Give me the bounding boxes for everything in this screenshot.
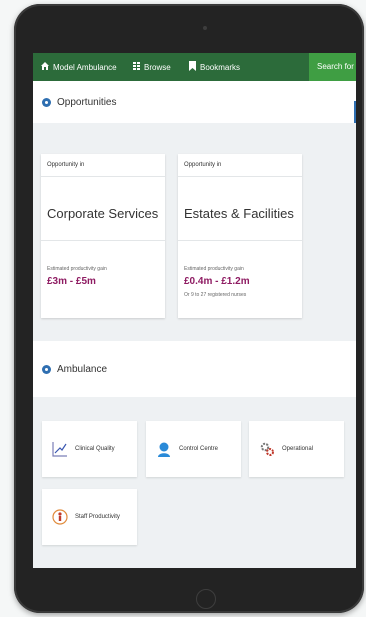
nav-home-link[interactable]: Model Ambulance: [41, 62, 117, 72]
service-card-operational[interactable]: Operational: [249, 421, 344, 477]
opportunity-card-corporate-services[interactable]: Opportunity in Corporate Services Estima…: [41, 154, 165, 318]
service-card-clinical-quality[interactable]: Clinical Quality: [42, 421, 137, 477]
opportunities-section-header[interactable]: Opportunities: [33, 81, 356, 123]
ambulance-section-header[interactable]: Ambulance: [33, 341, 356, 397]
gain-value: £0.4m - £1.2m: [184, 276, 250, 287]
nav-home-label: Model Ambulance: [53, 62, 117, 72]
gain-note: Or 9 to 27 registered nurses: [184, 292, 247, 298]
app-screen: Model Ambulance Browse Bookmarks Search …: [33, 53, 356, 568]
collapse-toggle-icon: [42, 97, 51, 107]
service-card-label: Control Centre: [179, 446, 219, 452]
gears-icon: [258, 440, 276, 458]
nav-browse-label: Browse: [144, 62, 171, 72]
top-navigation-bar: Model Ambulance Browse Bookmarks Search …: [33, 53, 356, 81]
card-kicker: Opportunity in: [47, 162, 85, 168]
service-card-staff-productivity[interactable]: Staff Productivity: [42, 489, 137, 545]
card-title: Estates & Facilities: [184, 206, 294, 221]
opportunity-card-estates-facilities[interactable]: Opportunity in Estates & Facilities Esti…: [178, 154, 302, 318]
nav-bookmarks-link[interactable]: Bookmarks: [189, 61, 240, 73]
staff-icon: [51, 508, 69, 526]
card-divider: [41, 176, 165, 177]
service-card-control-centre[interactable]: Control Centre: [146, 421, 241, 477]
collapse-toggle-icon: [42, 364, 51, 374]
service-card-label: Staff Productivity: [75, 514, 120, 520]
service-card-label: Clinical Quality: [75, 446, 115, 452]
bookmark-icon: [189, 61, 196, 73]
service-card-label: Operational: [282, 446, 314, 452]
card-divider: [178, 240, 302, 241]
operator-icon: [155, 440, 173, 458]
search-input[interactable]: Search for a r: [309, 53, 356, 81]
home-button[interactable]: [196, 589, 216, 609]
gain-value: £3m - £5m: [47, 276, 96, 287]
card-divider: [41, 240, 165, 241]
opportunities-title: Opportunities: [57, 96, 117, 108]
nav-bookmarks-label: Bookmarks: [200, 62, 241, 72]
nav-browse-link[interactable]: Browse: [133, 62, 171, 72]
card-divider: [178, 176, 302, 177]
scroll-indicator: [354, 101, 356, 123]
gain-label: Estimated productivity gain: [184, 266, 244, 272]
home-icon: [41, 62, 49, 72]
gain-label: Estimated productivity gain: [47, 266, 107, 272]
card-title: Corporate Services: [47, 206, 159, 221]
camera-icon: [203, 26, 207, 30]
chart-icon: [51, 440, 69, 458]
ambulance-title: Ambulance: [57, 363, 108, 375]
card-kicker: Opportunity in: [184, 162, 222, 168]
grid-icon: [133, 62, 140, 72]
